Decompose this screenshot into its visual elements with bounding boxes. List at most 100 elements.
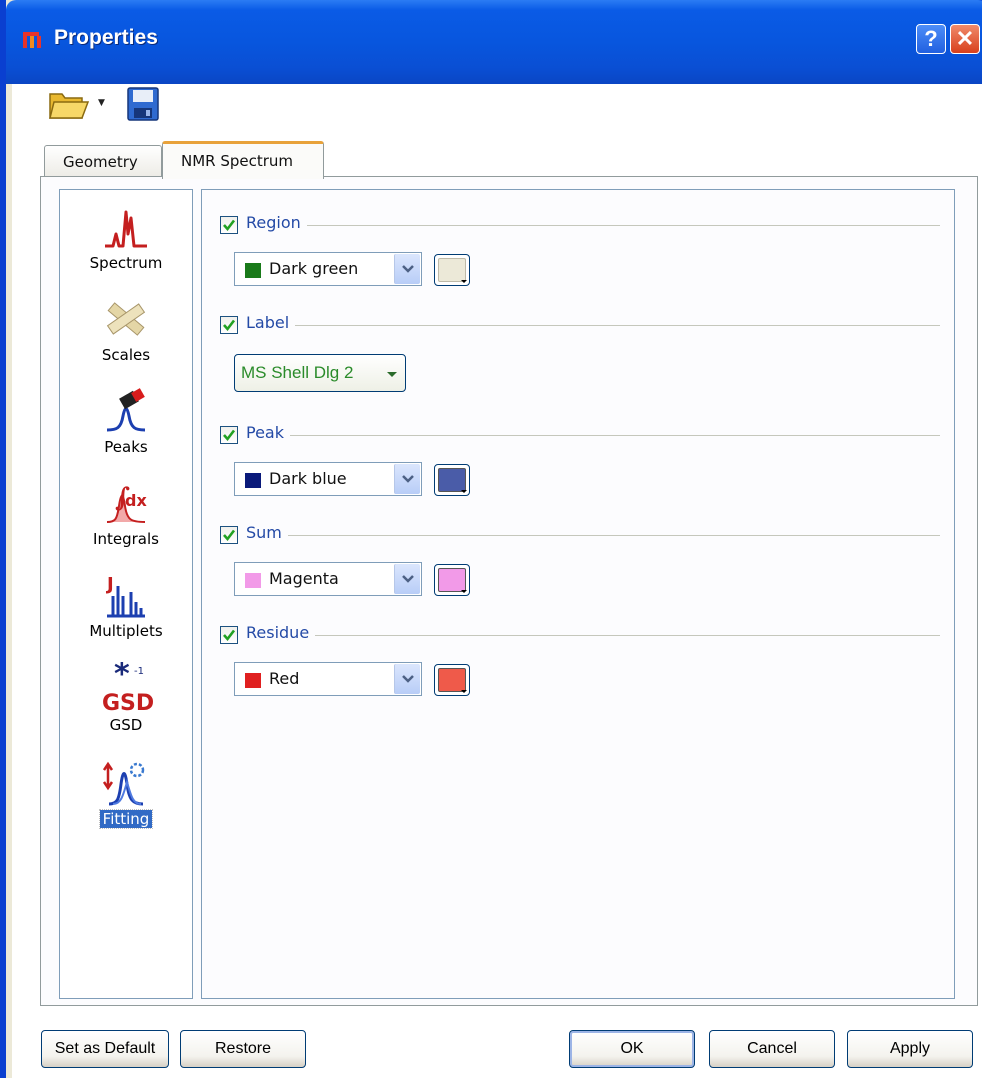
category-list: Spectrum Scales Peaks ∫ dx Integrals J M… bbox=[59, 189, 193, 999]
svg-text:J: J bbox=[105, 574, 114, 595]
divider bbox=[246, 325, 940, 326]
region-checkbox[interactable] bbox=[220, 216, 238, 234]
sum-checkbox[interactable] bbox=[220, 526, 238, 544]
residue-title: Residue bbox=[246, 623, 316, 642]
gsd-icon: * -1 GSD bbox=[102, 662, 154, 712]
cancel-button[interactable]: Cancel bbox=[709, 1030, 835, 1068]
chevron-down-icon[interactable] bbox=[394, 664, 420, 694]
close-button[interactable]: ✕ bbox=[950, 24, 980, 54]
checkmark-icon bbox=[223, 629, 236, 642]
font-select-button[interactable]: MS Shell Dlg 2 bbox=[234, 354, 406, 392]
app-logo-icon bbox=[23, 32, 41, 48]
sum-group: Sum Magenta bbox=[220, 523, 940, 596]
divider bbox=[246, 635, 940, 636]
title-bar[interactable]: Properties ? ✕ bbox=[6, 0, 982, 84]
region-color-value: Dark green bbox=[269, 259, 359, 278]
sum-color-value: Magenta bbox=[269, 569, 339, 588]
category-label: Fitting bbox=[98, 809, 154, 829]
divider bbox=[246, 535, 940, 536]
dropdown-arrow-icon bbox=[461, 690, 467, 693]
dropdown-arrow-icon bbox=[461, 490, 467, 493]
category-spectrum[interactable]: Spectrum bbox=[60, 204, 192, 272]
properties-panel: Region Dark green Label MS Shell Dlg 2 P… bbox=[201, 189, 955, 999]
label-group: Label MS Shell Dlg 2 bbox=[220, 313, 940, 392]
integrals-icon: ∫ dx bbox=[106, 483, 147, 523]
color-swatch bbox=[245, 263, 261, 278]
svg-text:-1: -1 bbox=[134, 666, 144, 677]
peaks-icon bbox=[106, 388, 146, 432]
ok-button[interactable]: OK bbox=[569, 1030, 695, 1068]
category-peaks[interactable]: Peaks bbox=[60, 388, 192, 456]
color-fill bbox=[438, 668, 466, 692]
label-checkbox[interactable] bbox=[220, 316, 238, 334]
category-gsd[interactable]: * -1 GSD GSD bbox=[60, 662, 192, 734]
region-color-select[interactable]: Dark green bbox=[234, 252, 422, 286]
region-group: Region Dark green bbox=[220, 213, 940, 286]
svg-text:dx: dx bbox=[125, 491, 147, 510]
peak-color-select[interactable]: Dark blue bbox=[234, 462, 422, 496]
category-label: Scales bbox=[101, 346, 151, 364]
category-fitting[interactable]: Fitting bbox=[60, 760, 192, 829]
category-integrals[interactable]: ∫ dx Integrals bbox=[60, 480, 192, 548]
peak-checkbox[interactable] bbox=[220, 426, 238, 444]
tab-geometry[interactable]: Geometry bbox=[44, 145, 162, 178]
category-multiplets[interactable]: J Multiplets bbox=[60, 572, 192, 640]
svg-text:*: * bbox=[114, 662, 130, 692]
category-label: Multiplets bbox=[89, 622, 163, 640]
category-label: Integrals bbox=[93, 530, 159, 548]
save-icon[interactable] bbox=[126, 86, 160, 122]
color-fill bbox=[438, 258, 466, 282]
tab-panel: Spectrum Scales Peaks ∫ dx Integrals J M… bbox=[40, 176, 978, 1006]
scales-icon bbox=[106, 302, 146, 336]
dialog-body: ▼ Geometry NMR Spectrum Spectrum Scales … bbox=[12, 84, 982, 1078]
residue-color-button[interactable] bbox=[434, 664, 470, 696]
peak-color-button[interactable] bbox=[434, 464, 470, 496]
peak-group: Peak Dark blue bbox=[220, 423, 940, 496]
svg-text:GSD: GSD bbox=[102, 691, 154, 712]
window-title: Properties bbox=[54, 26, 158, 49]
apply-button[interactable]: Apply bbox=[847, 1030, 973, 1068]
divider bbox=[246, 435, 940, 436]
chevron-down-icon[interactable] bbox=[394, 464, 420, 494]
peak-color-value: Dark blue bbox=[269, 469, 347, 488]
spectrum-icon bbox=[105, 210, 147, 248]
checkmark-icon bbox=[223, 219, 236, 232]
residue-group: Residue Red bbox=[220, 623, 940, 696]
color-fill bbox=[438, 568, 466, 592]
checkmark-icon bbox=[223, 319, 236, 332]
peak-title: Peak bbox=[246, 423, 290, 442]
sum-color-button[interactable] bbox=[434, 564, 470, 596]
category-label: GSD bbox=[109, 716, 143, 734]
color-swatch bbox=[245, 673, 261, 688]
residue-checkbox[interactable] bbox=[220, 626, 238, 644]
dropdown-arrow-icon bbox=[461, 590, 467, 593]
chevron-down-icon[interactable] bbox=[394, 254, 420, 284]
chevron-down-icon[interactable] bbox=[394, 564, 420, 594]
checkmark-icon bbox=[223, 429, 236, 442]
multiplets-icon: J bbox=[105, 574, 145, 618]
checkmark-icon bbox=[223, 529, 236, 542]
color-swatch bbox=[245, 573, 261, 588]
restore-button[interactable]: Restore bbox=[180, 1030, 306, 1068]
category-label: Spectrum bbox=[89, 254, 163, 272]
residue-color-select[interactable]: Red bbox=[234, 662, 422, 696]
set-as-default-button[interactable]: Set as Default bbox=[41, 1030, 169, 1068]
region-title: Region bbox=[246, 213, 307, 232]
sum-color-select[interactable]: Magenta bbox=[234, 562, 422, 596]
open-folder-icon[interactable] bbox=[48, 88, 90, 122]
region-color-button[interactable] bbox=[434, 254, 470, 286]
label-title: Label bbox=[246, 313, 296, 332]
sum-title: Sum bbox=[246, 523, 288, 542]
color-swatch bbox=[245, 473, 261, 488]
properties-window: Properties ? ✕ ▼ Geometry NMR Spectrum S… bbox=[0, 0, 982, 1078]
category-label: Peaks bbox=[104, 438, 148, 456]
divider bbox=[246, 225, 940, 226]
help-button[interactable]: ? bbox=[916, 24, 946, 54]
dropdown-arrow-icon[interactable]: ▼ bbox=[98, 98, 105, 108]
tab-nmr-spectrum[interactable]: NMR Spectrum bbox=[162, 141, 324, 179]
category-scales[interactable]: Scales bbox=[60, 296, 192, 364]
font-value: MS Shell Dlg 2 bbox=[241, 363, 354, 382]
color-fill bbox=[438, 468, 466, 492]
dropdown-arrow-icon bbox=[461, 280, 467, 283]
dropdown-arrow-icon bbox=[387, 372, 397, 377]
